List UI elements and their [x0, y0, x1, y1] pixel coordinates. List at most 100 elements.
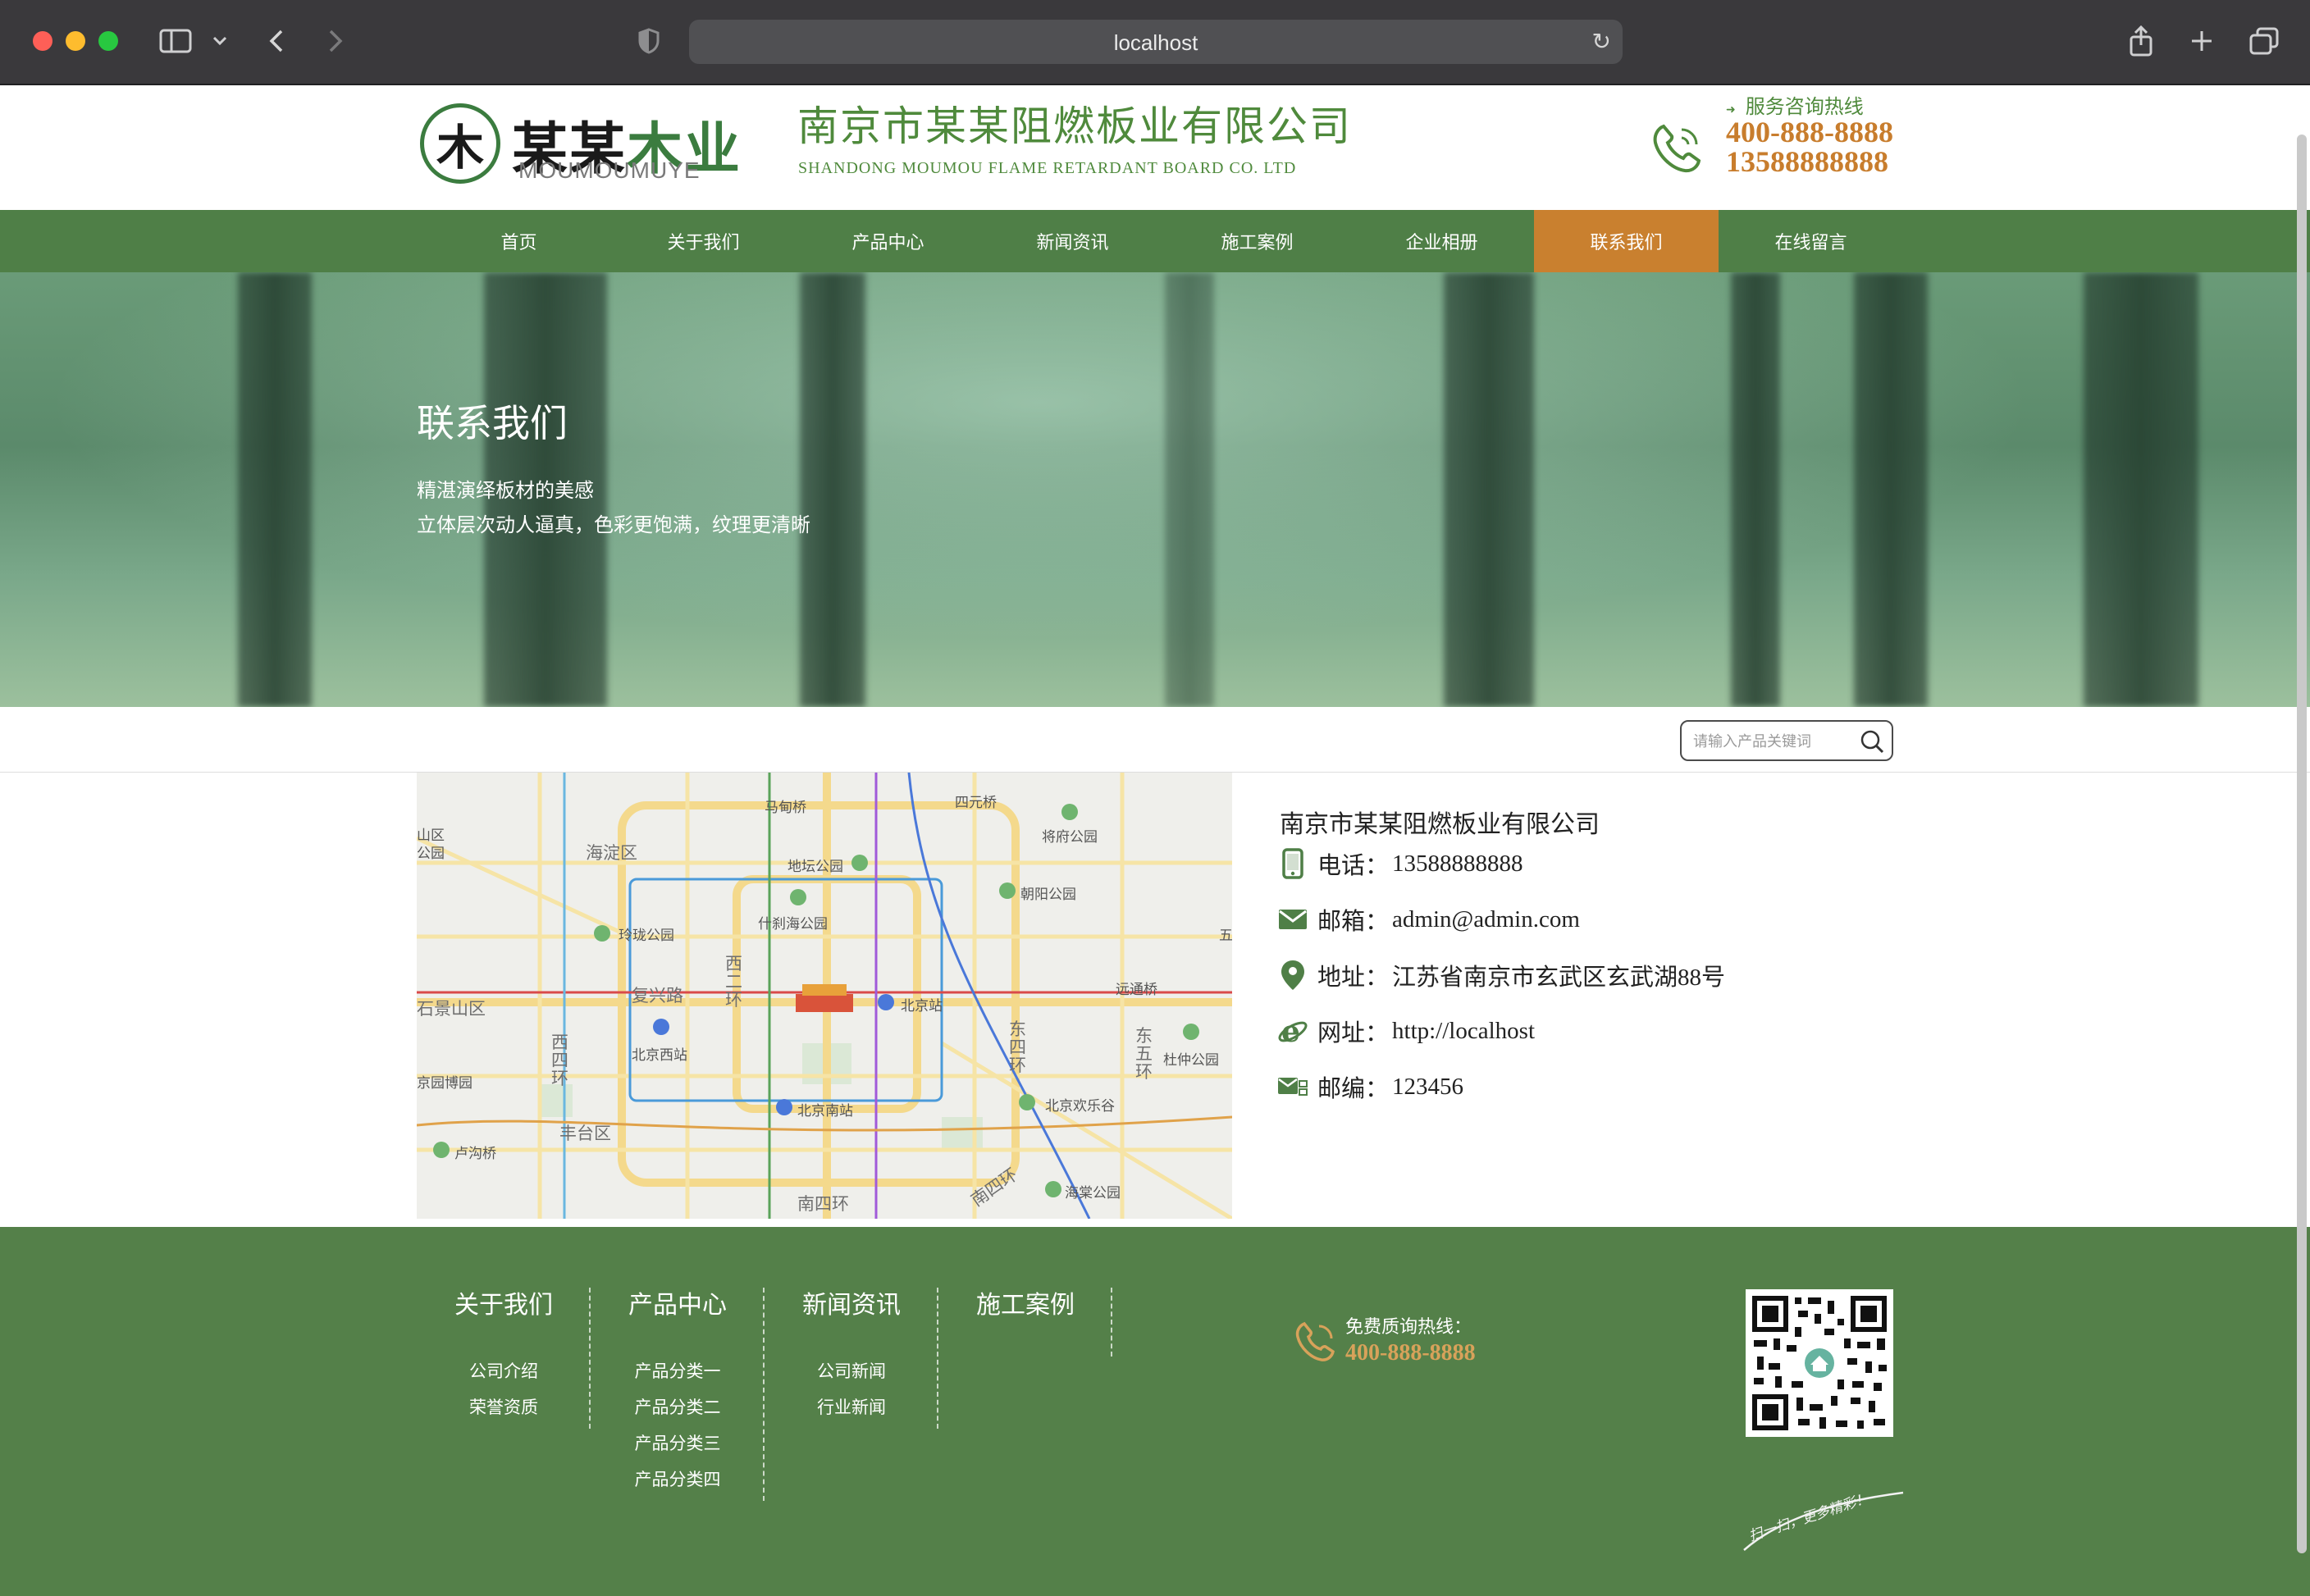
- map-label: 杜仲公园: [1163, 1052, 1219, 1069]
- contact-website-row: e 网址： http://localhost: [1276, 1012, 1535, 1050]
- banner-tree: [1854, 272, 1928, 707]
- contact-company-name: 南京市某某阻燃板业有限公司: [1280, 811, 1600, 838]
- share-icon[interactable]: [2126, 25, 2156, 57]
- banner-subtitle: 精湛演绎板材的美感: [417, 481, 594, 502]
- contact-value: 123456: [1392, 1073, 1464, 1100]
- contact-email-row: 邮箱： admin@admin.com: [1276, 901, 1580, 938]
- nav-item-news[interactable]: 新闻资讯: [980, 210, 1165, 272]
- privacy-shield-icon[interactable]: [635, 25, 663, 57]
- slogan-text: 扫一扫，更多精彩！: [1747, 1490, 1872, 1544]
- map-label: 南四环: [797, 1194, 849, 1214]
- footer-column-title[interactable]: 施工案例: [938, 1284, 1112, 1320]
- map-label: 东五环: [1135, 1026, 1153, 1082]
- map-label: 玲珑公园: [619, 928, 674, 944]
- contact-phone-row: 电话： 13588888888: [1276, 845, 1523, 882]
- contact-postcode-row: 邮编： 123456: [1276, 1068, 1463, 1106]
- nav-item-contact[interactable]: 联系我们: [1534, 210, 1719, 272]
- maximize-window-button[interactable]: [98, 31, 118, 51]
- nav-item-album[interactable]: 企业相册: [1349, 210, 1534, 272]
- back-arrow-icon[interactable]: [262, 25, 290, 57]
- nav-item-products[interactable]: 产品中心: [796, 210, 980, 272]
- map-label: 京园博园: [417, 1075, 472, 1092]
- tab-overview-icon[interactable]: [2248, 25, 2280, 57]
- hotline-mobile: 13588888888: [1726, 145, 1888, 178]
- map-label: 北京站: [901, 998, 943, 1015]
- nav-item-about[interactable]: 关于我们: [611, 210, 796, 272]
- nav-item-cases[interactable]: 施工案例: [1165, 210, 1349, 272]
- map-label: 远通桥: [1116, 982, 1157, 998]
- nav-item-message[interactable]: 在线留言: [1719, 210, 1903, 272]
- map-label: 北京南站: [797, 1103, 853, 1119]
- main-nav: 首页 关于我们 产品中心 新闻资讯 施工案例 企业相册 联系我们 在线留言: [0, 210, 2310, 272]
- nav-item-home[interactable]: 首页: [427, 210, 611, 272]
- footer-link[interactable]: 产品分类一: [591, 1353, 765, 1389]
- new-tab-icon[interactable]: [2187, 25, 2216, 57]
- browser-toolbar: localhost ↻: [0, 0, 2310, 85]
- map-label: 海淀区: [586, 843, 637, 863]
- search-icon[interactable]: [1859, 728, 1885, 755]
- footer-column-title[interactable]: 关于我们: [417, 1284, 591, 1320]
- forward-arrow-icon[interactable]: [322, 25, 349, 57]
- search-row: [0, 707, 2310, 773]
- free-hotline-number: 400-888-8888: [1345, 1340, 1476, 1366]
- contact-value: 江苏省南京市玄武区玄武湖88号: [1392, 964, 1726, 991]
- contact-label: 邮箱：: [1317, 909, 1390, 935]
- site-header: 木 某某木业 MOUMOUMUYE 南京市某某阻燃板业有限公司 SHANDONG…: [0, 85, 2310, 210]
- logo-emblem[interactable]: 木: [420, 103, 500, 184]
- map-label: 西四环: [551, 1033, 568, 1088]
- map-label: 朝阳公园: [1020, 887, 1076, 903]
- footer-link[interactable]: 产品分类四: [591, 1461, 765, 1498]
- map-label: 北京欢乐谷: [1045, 1098, 1115, 1115]
- banner-tree: [800, 272, 865, 707]
- search-input[interactable]: [1693, 730, 1857, 753]
- map-label: 地坛公园: [788, 859, 843, 875]
- search-box: [1680, 720, 1893, 761]
- contact-label: 地址：: [1317, 964, 1390, 991]
- footer-column-about: 关于我们 公司介绍 荣誉资质: [417, 1284, 591, 1489]
- contact-value: 13588888888: [1392, 850, 1523, 877]
- web-page: 木 某某木业 MOUMOUMUYE 南京市某某阻燃板业有限公司 SHANDONG…: [0, 85, 2310, 1596]
- banner-tree: [1165, 272, 1214, 707]
- contact-value[interactable]: http://localhost: [1392, 1018, 1535, 1045]
- contact-value: admin@admin.com: [1392, 905, 1580, 933]
- minimize-window-button[interactable]: [66, 31, 85, 51]
- slogan-handwriting: 扫一扫，更多精彩！: [1743, 1490, 1904, 1551]
- footer-link[interactable]: 公司新闻: [765, 1353, 938, 1389]
- logo-pinyin: MOUMOUMUYE: [518, 157, 701, 183]
- map-label: 复兴路: [632, 986, 683, 1005]
- contact-label: 电话：: [1317, 853, 1390, 879]
- chevron-down-icon[interactable]: [210, 25, 230, 57]
- address-text: localhost: [1113, 30, 1198, 55]
- phone-icon: [1295, 1321, 1335, 1361]
- footer-link[interactable]: 行业新闻: [765, 1389, 938, 1425]
- footer-column-title[interactable]: 产品中心: [591, 1284, 765, 1320]
- footer-link[interactable]: 产品分类二: [591, 1389, 765, 1425]
- map-label: 西二环: [725, 954, 742, 1010]
- footer-link[interactable]: 荣誉资质: [417, 1389, 591, 1425]
- footer-divider: [589, 1288, 591, 1429]
- contact-label: 邮编：: [1317, 1076, 1390, 1102]
- address-bar[interactable]: localhost ↻: [689, 20, 1623, 64]
- banner-subtitle-2: 立体层次动人逼真，色彩更饱满，纹理更清晰: [417, 515, 810, 536]
- banner-tree: [1444, 272, 1534, 707]
- site-footer: 关于我们 公司介绍 荣誉资质 产品中心 产品分类一 产品分类二 产品分类三 产品…: [0, 1227, 2310, 1596]
- map-roads: [417, 773, 1232, 1219]
- free-hotline-label: 免费质询热线：: [1345, 1317, 1472, 1338]
- contact-label: 网址：: [1317, 1020, 1390, 1047]
- location-map[interactable]: 马甸桥 四元桥 将府公园 海淀区 地坛公园 朝阳公园 玲珑公园 什刹海公园 复兴…: [417, 773, 1232, 1219]
- footer-link[interactable]: 公司介绍: [417, 1353, 591, 1389]
- footer-divider: [763, 1288, 765, 1501]
- footer-link[interactable]: 产品分类三: [591, 1425, 765, 1461]
- map-label: 北京西站: [632, 1047, 687, 1064]
- map-label: 石景山区: [417, 999, 486, 1019]
- footer-column-title[interactable]: 新闻资讯: [765, 1284, 938, 1320]
- close-window-button[interactable]: [33, 31, 52, 51]
- browser-e-icon: e: [1276, 1015, 1309, 1047]
- map-label: 将府公园: [1042, 829, 1098, 846]
- banner-tree: [238, 272, 312, 707]
- page-scrollbar[interactable]: [2297, 135, 2307, 1553]
- sidebar-toggle-icon[interactable]: [158, 25, 194, 57]
- reload-icon[interactable]: ↻: [1592, 28, 1611, 55]
- map-label: 东四环: [1009, 1019, 1026, 1075]
- banner-title: 联系我们: [417, 401, 568, 445]
